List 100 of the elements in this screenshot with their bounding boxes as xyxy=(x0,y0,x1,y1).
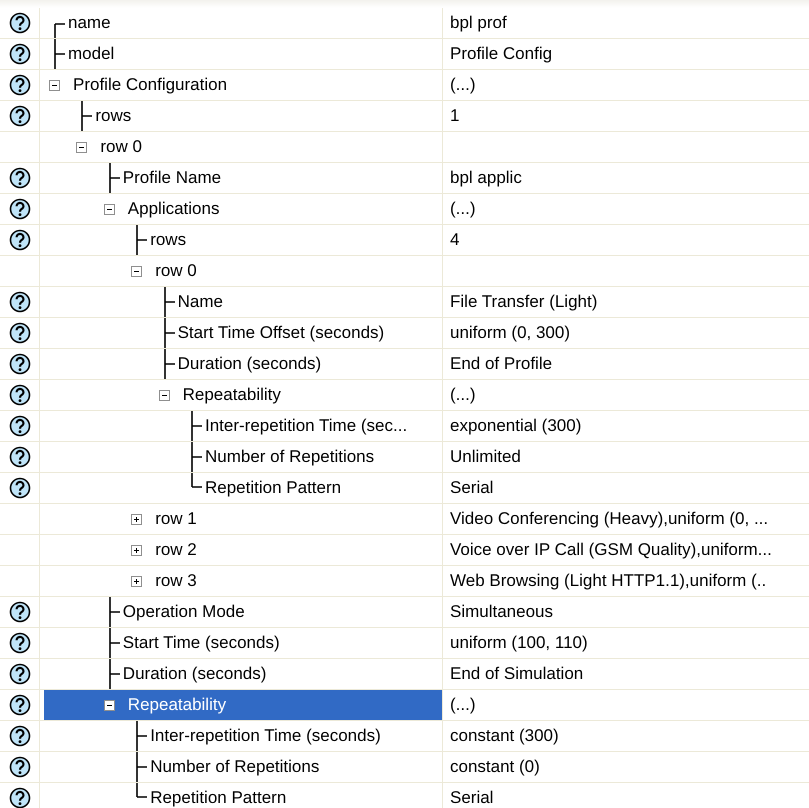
tree-node[interactable]: Repeatability xyxy=(44,380,443,410)
property-value: 1 xyxy=(450,106,460,126)
help-icon[interactable] xyxy=(8,12,30,34)
tree-node[interactable]: model xyxy=(44,39,443,69)
property-name: Duration (seconds) xyxy=(122,664,266,684)
property-name: row 0 xyxy=(100,137,142,157)
property-value: constant (0) xyxy=(450,757,540,777)
tree-node[interactable]: Operation Mode xyxy=(44,597,443,627)
property-name: Inter-repetition Time (sec... xyxy=(205,416,408,436)
collapse-icon[interactable] xyxy=(131,266,142,276)
property-value: bpl prof xyxy=(450,13,507,33)
property-value: End of Simulation xyxy=(450,664,584,684)
help-icon[interactable] xyxy=(8,353,30,375)
help-icon[interactable] xyxy=(8,43,30,65)
tree-node[interactable]: Repetition Pattern xyxy=(44,473,443,503)
tree-node[interactable]: Profile Configuration xyxy=(44,70,443,100)
property-name: rows xyxy=(150,230,186,250)
help-icon[interactable] xyxy=(8,415,30,437)
property-name: Operation Mode xyxy=(122,602,245,622)
property-value: Serial xyxy=(450,788,494,808)
property-value: File Transfer (Light) xyxy=(450,292,598,312)
tree-connector xyxy=(108,628,120,658)
help-icon[interactable] xyxy=(8,663,30,685)
property-value: (...) xyxy=(450,385,476,405)
tree-connector xyxy=(81,101,92,131)
property-name: row 0 xyxy=(155,261,197,281)
property-value: Unlimited xyxy=(450,447,521,467)
property-name: Name xyxy=(178,292,223,312)
tree-node[interactable]: row 2 xyxy=(44,535,443,565)
help-icon[interactable] xyxy=(8,725,30,747)
property-name: Repetition Pattern xyxy=(205,478,342,498)
tree-node[interactable]: rows xyxy=(44,225,443,255)
property-name: Start Time Offset (seconds) xyxy=(178,323,384,343)
help-icon[interactable] xyxy=(8,291,30,313)
property-name: Applications xyxy=(128,199,220,219)
property-name: row 2 xyxy=(155,540,197,560)
property-value: Video Conferencing (Heavy),uniform (0, ... xyxy=(450,509,768,529)
property-value: Voice over IP Call (GSM Quality),uniform... xyxy=(450,540,772,560)
expand-icon[interactable] xyxy=(131,576,142,586)
property-name: Number of Repetitions xyxy=(150,757,320,777)
property-name: row 3 xyxy=(155,571,197,591)
help-icon[interactable] xyxy=(8,756,30,778)
tree-node[interactable]: row 0 xyxy=(44,256,443,286)
collapse-icon[interactable] xyxy=(76,142,88,152)
help-icon[interactable] xyxy=(8,322,30,344)
property-value: (...) xyxy=(450,695,476,715)
property-name: rows xyxy=(95,106,132,126)
tree-connector xyxy=(136,225,148,255)
tree-node[interactable]: Start Time (seconds) xyxy=(44,628,443,658)
property-value: (...) xyxy=(450,75,476,95)
help-icon[interactable] xyxy=(8,446,30,468)
expand-icon[interactable] xyxy=(131,514,142,524)
tree-node[interactable]: Inter-repetition Time (sec... xyxy=(44,411,443,441)
property-value: bpl applic xyxy=(450,168,522,188)
collapse-icon[interactable] xyxy=(158,390,170,400)
tree-node[interactable]: Duration (seconds) xyxy=(44,349,443,379)
help-icon[interactable] xyxy=(8,601,30,623)
property-name: Start Time (seconds) xyxy=(122,633,280,653)
help-icon[interactable] xyxy=(8,229,30,251)
tree-connector xyxy=(164,287,175,317)
help-icon[interactable] xyxy=(8,198,30,220)
tree-node[interactable]: Start Time Offset (seconds) xyxy=(44,318,443,348)
tree-connector xyxy=(164,318,175,348)
help-icon[interactable] xyxy=(8,477,30,499)
tree-node[interactable]: Profile Name xyxy=(44,163,443,193)
help-icon[interactable] xyxy=(8,384,30,406)
property-name: Profile Name xyxy=(122,168,222,188)
tree-node[interactable]: rows xyxy=(44,101,443,131)
property-value: uniform (100, 110) xyxy=(450,633,588,653)
property-name: model xyxy=(68,44,114,64)
property-name: Profile Configuration xyxy=(73,75,228,95)
expand-icon[interactable] xyxy=(131,544,142,556)
property-name: Duration (seconds) xyxy=(178,354,322,374)
tree-node[interactable]: Inter-repetition Time (seconds) xyxy=(44,721,443,751)
help-icon[interactable] xyxy=(8,632,30,654)
tree-node[interactable]: row 3 xyxy=(44,566,443,596)
help-icon[interactable] xyxy=(8,167,30,189)
tree-connector xyxy=(108,163,120,193)
tree-node[interactable]: name xyxy=(44,8,443,38)
tree-node[interactable]: row 1 xyxy=(44,504,443,534)
property-value: End of Profile xyxy=(450,354,552,374)
collapse-icon[interactable] xyxy=(104,204,115,214)
tree-node[interactable]: Number of Repetitions xyxy=(44,442,443,472)
tree-node[interactable]: Number of Repetitions xyxy=(44,752,443,782)
help-icon[interactable] xyxy=(8,105,30,127)
property-value: exponential (300) xyxy=(450,416,582,436)
tree-node[interactable]: row 0 xyxy=(44,132,443,162)
property-name: Inter-repetition Time (seconds) xyxy=(150,726,381,746)
tree-node[interactable]: Name xyxy=(44,287,443,317)
property-name: Number of Repetitions xyxy=(205,447,374,467)
tree-node[interactable]: Repetition Pattern xyxy=(44,783,443,808)
collapse-icon[interactable] xyxy=(49,80,60,90)
property-value: constant (300) xyxy=(450,726,559,746)
tree-node[interactable]: Applications xyxy=(44,194,443,224)
tree-node[interactable]: Repeatability xyxy=(44,690,443,720)
collapse-icon[interactable] xyxy=(104,700,115,710)
property-name: name xyxy=(68,13,111,33)
help-icon[interactable] xyxy=(8,694,30,716)
help-icon[interactable] xyxy=(8,787,30,808)
help-icon[interactable] xyxy=(8,74,30,96)
